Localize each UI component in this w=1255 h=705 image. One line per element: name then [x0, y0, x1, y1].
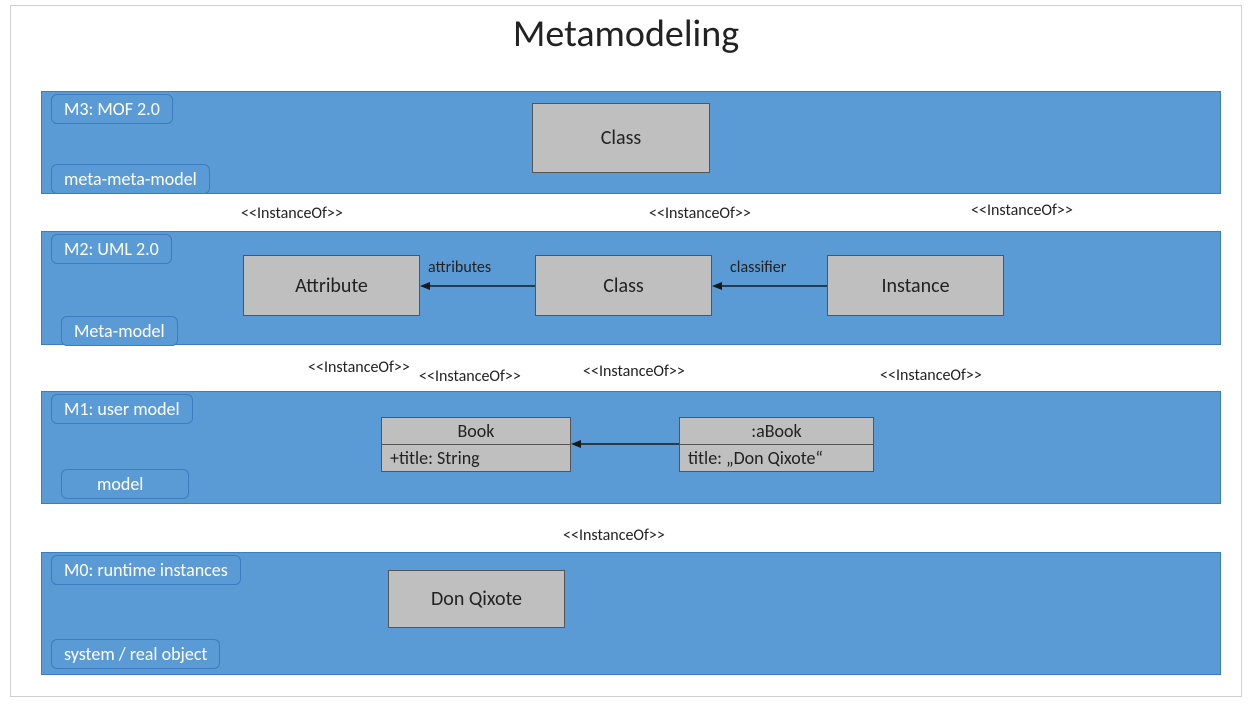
layer-m0-name: M0: runtime instances — [51, 555, 241, 585]
layer-m1-name: M1: user model — [51, 394, 193, 424]
arrow-label-classifier: classifier — [730, 258, 786, 277]
layer-m1 — [41, 391, 1221, 504]
stereotype-m2-1: <<InstanceOf>> — [308, 358, 410, 377]
box-m2-attribute: Attribute — [243, 255, 420, 316]
classbox-abook-title: :aBook — [680, 418, 873, 445]
stereotype-m3-3: <<InstanceOf>> — [971, 201, 1073, 220]
layer-m2-desc: Meta-model — [61, 316, 178, 346]
layer-m3-desc: meta-meta-model — [51, 164, 210, 194]
classbox-abook: :aBook title: „Don Qixote“ — [679, 417, 874, 472]
stereotype-m3-1: <<InstanceOf>> — [241, 204, 343, 223]
box-m2-instance: Instance — [827, 255, 1004, 316]
box-m3-class: Class — [532, 103, 710, 173]
box-m0-object: Don Qixote — [388, 570, 565, 628]
layer-m1-desc: model — [61, 469, 189, 499]
classbox-book-title: Book — [382, 418, 570, 445]
stereotype-m3-2: <<InstanceOf>> — [649, 204, 751, 223]
stereotype-m2-2: <<InstanceOf>> — [419, 367, 521, 386]
classbox-abook-attr: title: „Don Qixote“ — [680, 445, 873, 471]
stereotype-m2-4: <<InstanceOf>> — [880, 366, 982, 385]
arrow-label-attributes: attributes — [428, 258, 491, 277]
diagram-title: Metamodeling — [11, 11, 1241, 57]
layer-m2-name: M2: UML 2.0 — [51, 234, 172, 264]
diagram-canvas: Metamodeling M3: MOF 2.0 meta-meta-model… — [10, 5, 1242, 697]
classbox-book: Book +title: String — [381, 417, 571, 472]
box-m2-class: Class — [535, 255, 712, 316]
layer-m3-name: M3: MOF 2.0 — [51, 94, 173, 124]
stereotype-m2-3: <<InstanceOf>> — [583, 362, 685, 381]
layer-m0-desc: system / real object — [51, 639, 220, 669]
classbox-book-attr: +title: String — [382, 445, 570, 471]
stereotype-m1-1: <<InstanceOf>> — [563, 526, 665, 545]
